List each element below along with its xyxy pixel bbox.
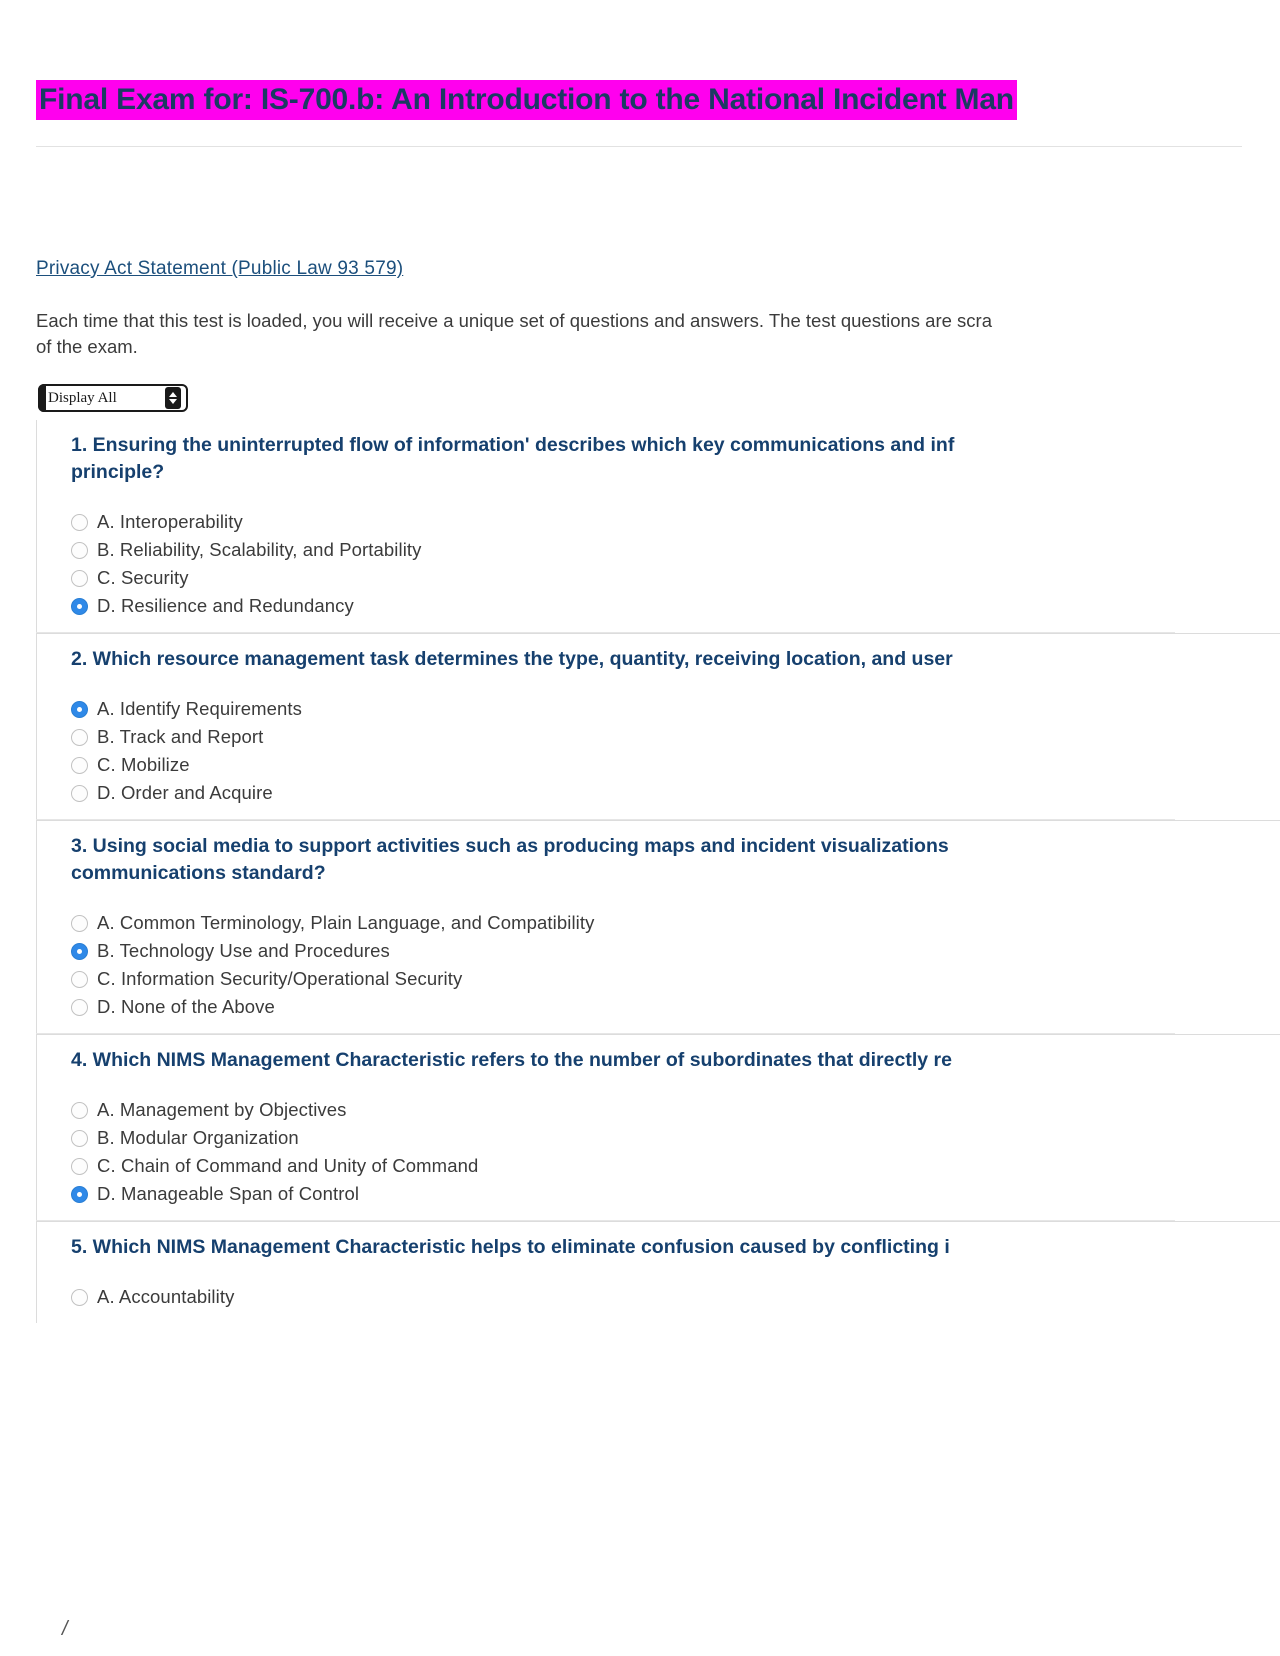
triangle-up-icon [169,392,177,397]
radio-button[interactable] [71,1157,88,1175]
answer-option-label: C. Mobilize [97,754,190,775]
triangle-down-icon [169,399,177,404]
radio-button[interactable] [71,728,88,746]
answer-option-label: A. Identify Requirements [97,698,302,719]
answer-option-label: B. Reliability, Scalability, and Portabi… [97,539,422,560]
answer-option-label: D. None of the Above [97,996,275,1017]
question-text: 5. Which NIMS Management Characteristic … [71,1236,950,1258]
answer-option[interactable]: D. Manageable Span of Control [71,1180,1280,1208]
page-title-text: Final Exam for: IS-700.b: An Introductio… [36,80,1017,120]
answer-option[interactable]: A. Accountability [71,1283,1280,1311]
radio-button-selected[interactable] [71,942,88,960]
radio-button[interactable] [71,998,88,1016]
radio-button-selected[interactable] [71,700,88,718]
question-block: 3. Using social media to support activit… [36,820,1280,1033]
answer-option-label: D. Manageable Span of Control [97,1183,360,1204]
radio-button[interactable] [71,513,88,531]
question-text: 4. Which NIMS Management Characteristic … [71,1049,952,1071]
question-block: 1. Ensuring the uninterrupted flow of in… [36,420,1280,632]
display-all-select[interactable]: Display All [38,384,188,412]
select-stepper-icon[interactable] [165,387,181,409]
answer-option-label: A. Common Terminology, Plain Language, a… [97,912,595,933]
answer-option[interactable]: B. Reliability, Scalability, and Portabi… [71,536,1280,564]
question-block: 2. Which resource management task determ… [36,633,1280,819]
answer-option[interactable]: A. Identify Requirements [71,695,1280,723]
radio-button[interactable] [71,784,88,802]
answer-options: A. Accountability [49,1261,1280,1323]
answer-option[interactable]: A. Interoperability [71,508,1280,536]
answer-option[interactable]: C. Chain of Command and Unity of Command [71,1152,1280,1180]
footer-mark: / [62,1618,68,1640]
answer-options: A. Identify Requirements B. Track and Rep… [49,673,1280,819]
answer-option[interactable]: D. Resilience and Redundancy [71,592,1280,620]
answer-option-label: B. Modular Organization [97,1127,299,1148]
privacy-act-link[interactable]: Privacy Act Statement (Public Law 93 579… [36,258,403,280]
question-text: 1. Ensuring the uninterrupted flow of in… [71,434,955,483]
questions-list: 1. Ensuring the uninterrupted flow of in… [36,420,1280,1323]
answer-option[interactable]: D. None of the Above [71,993,1280,1021]
radio-button[interactable] [71,541,88,559]
question-text: 2. Which resource management task determ… [71,648,953,670]
answer-option[interactable]: B. Modular Organization [71,1124,1280,1152]
answer-option-label: D. Order and Acquire [97,782,273,803]
answer-option-label: A. Management by Objectives [97,1099,347,1120]
question-text: 3. Using social media to support activit… [71,835,949,884]
answer-option-label: B. Technology Use and Procedures [97,940,390,961]
radio-button[interactable] [71,914,88,932]
title-divider [36,146,1242,147]
answer-option[interactable]: A. Management by Objectives [71,1096,1280,1124]
question-block: 5. Which NIMS Management Characteristic … [36,1221,1280,1323]
radio-button[interactable] [71,970,88,988]
question-block: 4. Which NIMS Management Characteristic … [36,1034,1280,1220]
answer-options: A. Interoperability B. Reliability, Scala… [49,486,1280,632]
answer-option-label: C. Chain of Command and Unity of Command [97,1155,479,1176]
radio-button[interactable] [71,1101,88,1119]
answer-option[interactable]: A. Common Terminology, Plain Language, a… [71,909,1280,937]
page-title: Final Exam for: IS-700.b: An Introductio… [36,80,1280,120]
answer-option-label: B. Track and Report [97,726,264,747]
radio-button[interactable] [71,569,88,587]
answer-option-label: A. Interoperability [97,511,243,532]
radio-button[interactable] [71,1288,88,1306]
answer-options: A. Management by Objectives B. Modular Or… [49,1074,1280,1220]
radio-button[interactable] [71,756,88,774]
answer-option[interactable]: C. Mobilize [71,751,1280,779]
answer-option[interactable]: C. Security [71,564,1280,592]
radio-button-selected[interactable] [71,597,88,615]
display-all-select-value: Display All [48,389,117,406]
answer-option-label: C. Security [97,567,189,588]
radio-button-selected[interactable] [71,1185,88,1203]
answer-option[interactable]: B. Technology Use and Procedures [71,937,1280,965]
intro-paragraph: Each time that this test is loaded, you … [36,310,993,357]
answer-option[interactable]: D. Order and Acquire [71,779,1280,807]
answer-option-label: A. Accountability [97,1286,235,1307]
radio-button[interactable] [71,1129,88,1147]
answer-option-label: C. Information Security/Operational Secu… [97,968,463,989]
answer-option[interactable]: B. Track and Report [71,723,1280,751]
answer-option-label: D. Resilience and Redundancy [97,595,354,616]
exam-page: Final Exam for: IS-700.b: An Introductio… [0,0,1280,1656]
answer-option[interactable]: C. Information Security/Operational Secu… [71,965,1280,993]
answer-options: A. Common Terminology, Plain Language, a… [49,887,1280,1033]
